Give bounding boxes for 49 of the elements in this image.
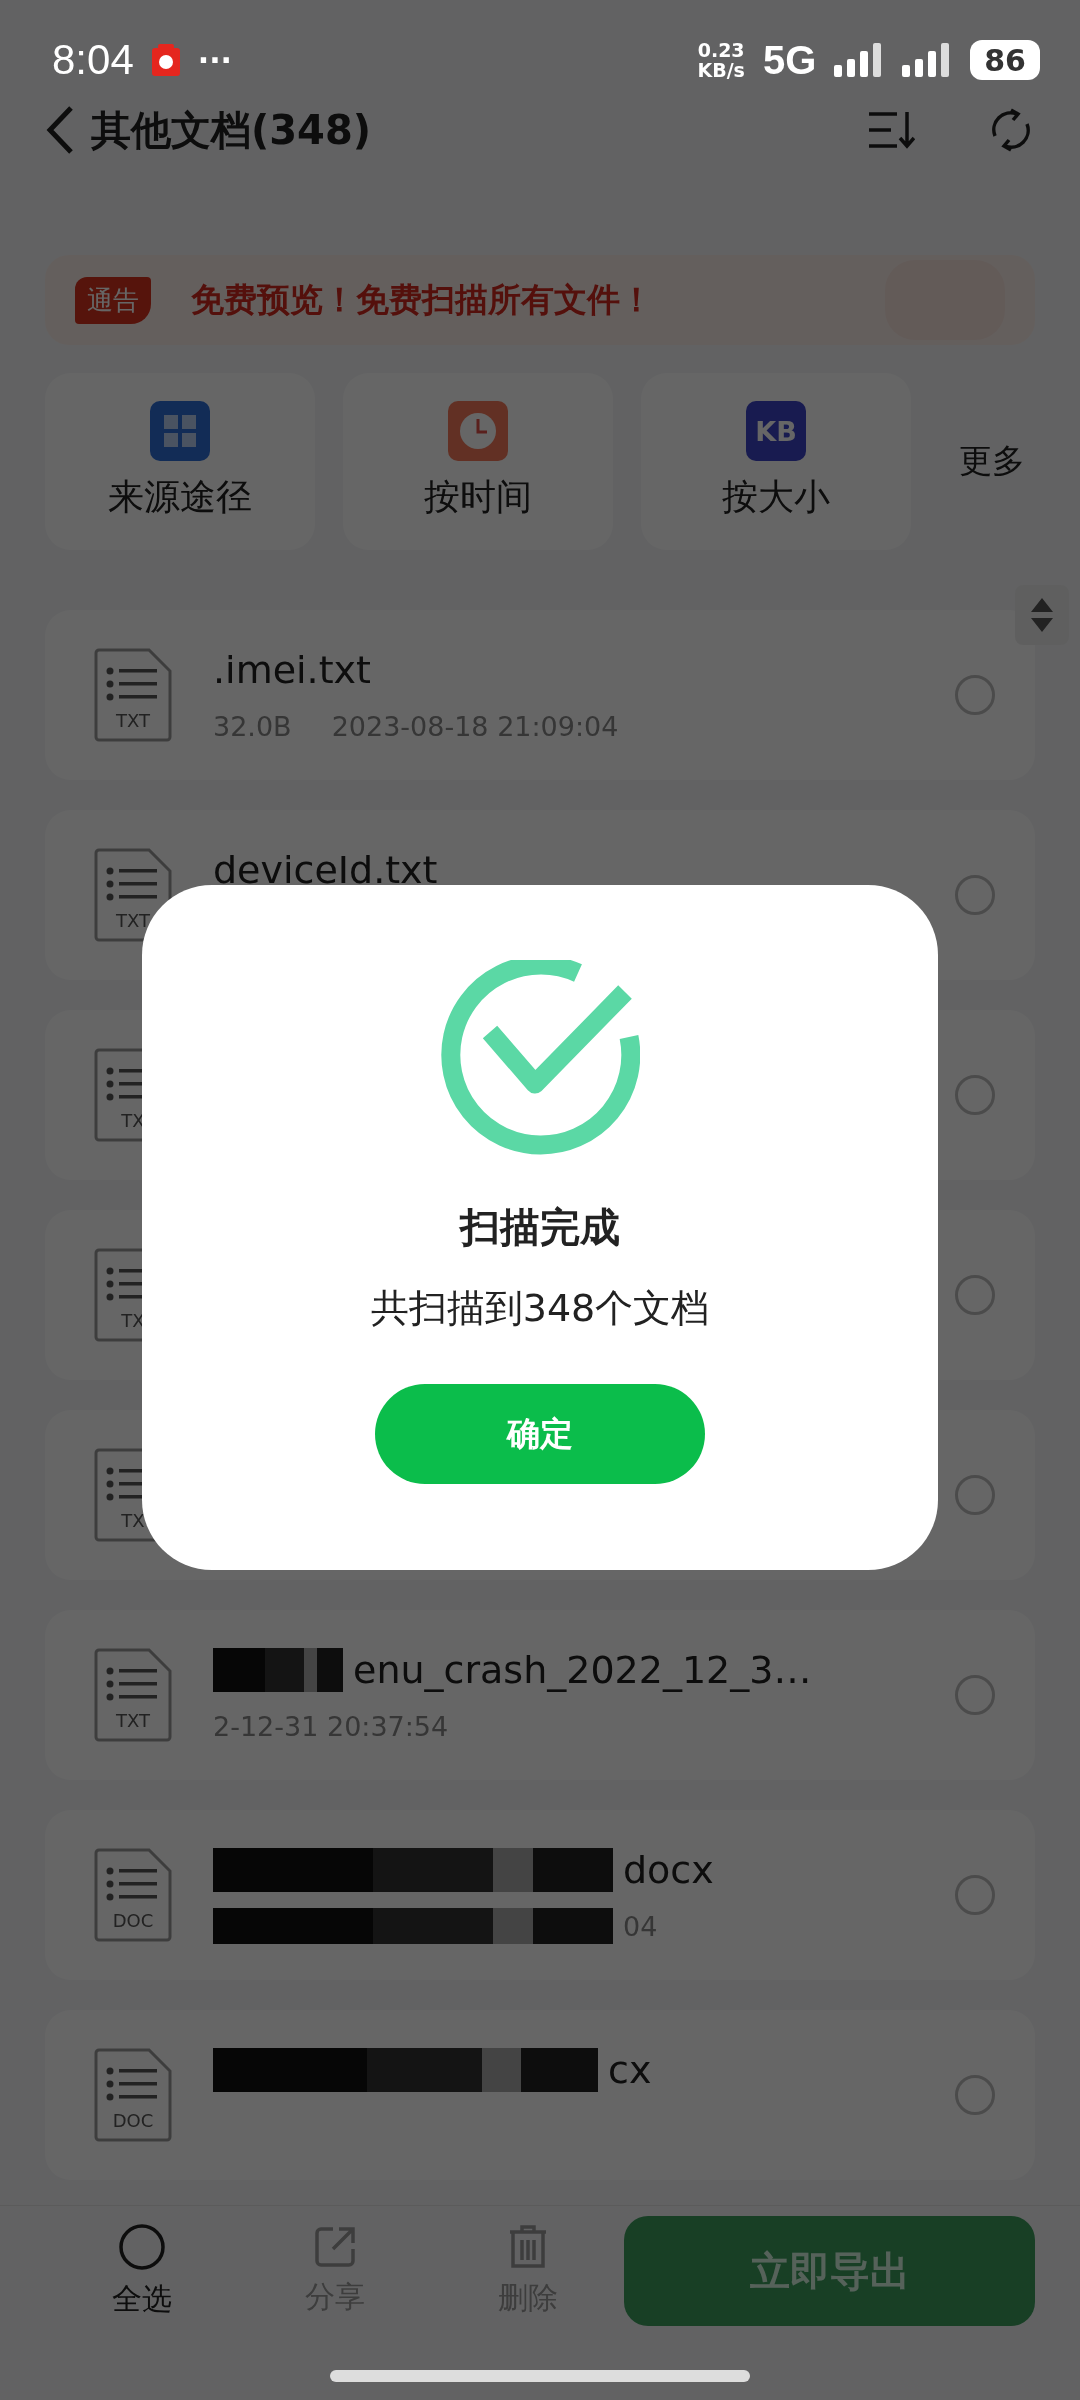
app-notification-icon [151, 44, 180, 76]
document-icon: DOC [93, 1847, 173, 1943]
file-name: deviceId.txt [213, 848, 438, 892]
select-all-icon [117, 2222, 166, 2271]
filter-card[interactable]: KB 按大小 [641, 373, 911, 550]
more-link[interactable]: 更多 [959, 439, 1025, 484]
sort-icon[interactable] [867, 110, 915, 150]
radio-button[interactable] [955, 675, 995, 715]
toolbar-button[interactable]: 全选 [45, 2222, 239, 2320]
clock-time: 8:04 [52, 36, 134, 84]
more-notifications: ··· [197, 42, 232, 78]
file-name: docx [623, 1848, 714, 1892]
grid-icon [150, 401, 210, 461]
dialog-message: 共扫描到348个文档 [370, 1285, 710, 1332]
file-name: .imei.txt [213, 648, 371, 692]
document-icon: TXT [93, 1647, 173, 1743]
radio-button[interactable] [955, 875, 995, 915]
home-indicator[interactable] [330, 2370, 750, 2382]
document-icon: DOC [93, 2047, 173, 2143]
radio-button[interactable] [955, 1275, 995, 1315]
file-row[interactable]: DOC cx [45, 2010, 1035, 2180]
radio-button[interactable] [955, 2075, 995, 2115]
network-type: 5G [762, 37, 817, 83]
dialog-title: 扫描完成 [460, 1203, 620, 1252]
network-speed: 0.23 KB/s [697, 40, 745, 80]
filter-card[interactable]: 来源途径 [45, 373, 315, 550]
share-icon [312, 2224, 357, 2269]
document-icon: TXT [93, 647, 173, 743]
confirm-button[interactable]: 确定 [375, 1384, 705, 1484]
notice-badge: 通告 [75, 276, 151, 324]
radio-button[interactable] [955, 1075, 995, 1115]
back-icon[interactable] [45, 105, 75, 155]
kb-icon: KB [746, 401, 806, 461]
radio-button[interactable] [955, 1875, 995, 1915]
file-name: enu_crash_2022_12_3… [353, 1648, 812, 1692]
radio-button[interactable] [955, 1675, 995, 1715]
filter-label: 按时间 [424, 475, 532, 519]
filter-card[interactable]: 按时间 [343, 373, 613, 550]
filter-label: 按大小 [722, 475, 830, 519]
clock-icon [448, 401, 508, 461]
filter-label: 来源途径 [108, 475, 252, 519]
up-down-icon [1029, 596, 1055, 634]
file-name: cx [608, 2048, 652, 2092]
page-title: 其他文档(348) [91, 105, 373, 155]
notice-text: 免费预览！免费扫描所有文件！ [191, 278, 654, 321]
scroll-handle[interactable] [1015, 585, 1069, 645]
radio-button[interactable] [955, 1475, 995, 1515]
document-icon: TXT [93, 847, 173, 943]
battery-level: 86 [970, 40, 1040, 80]
